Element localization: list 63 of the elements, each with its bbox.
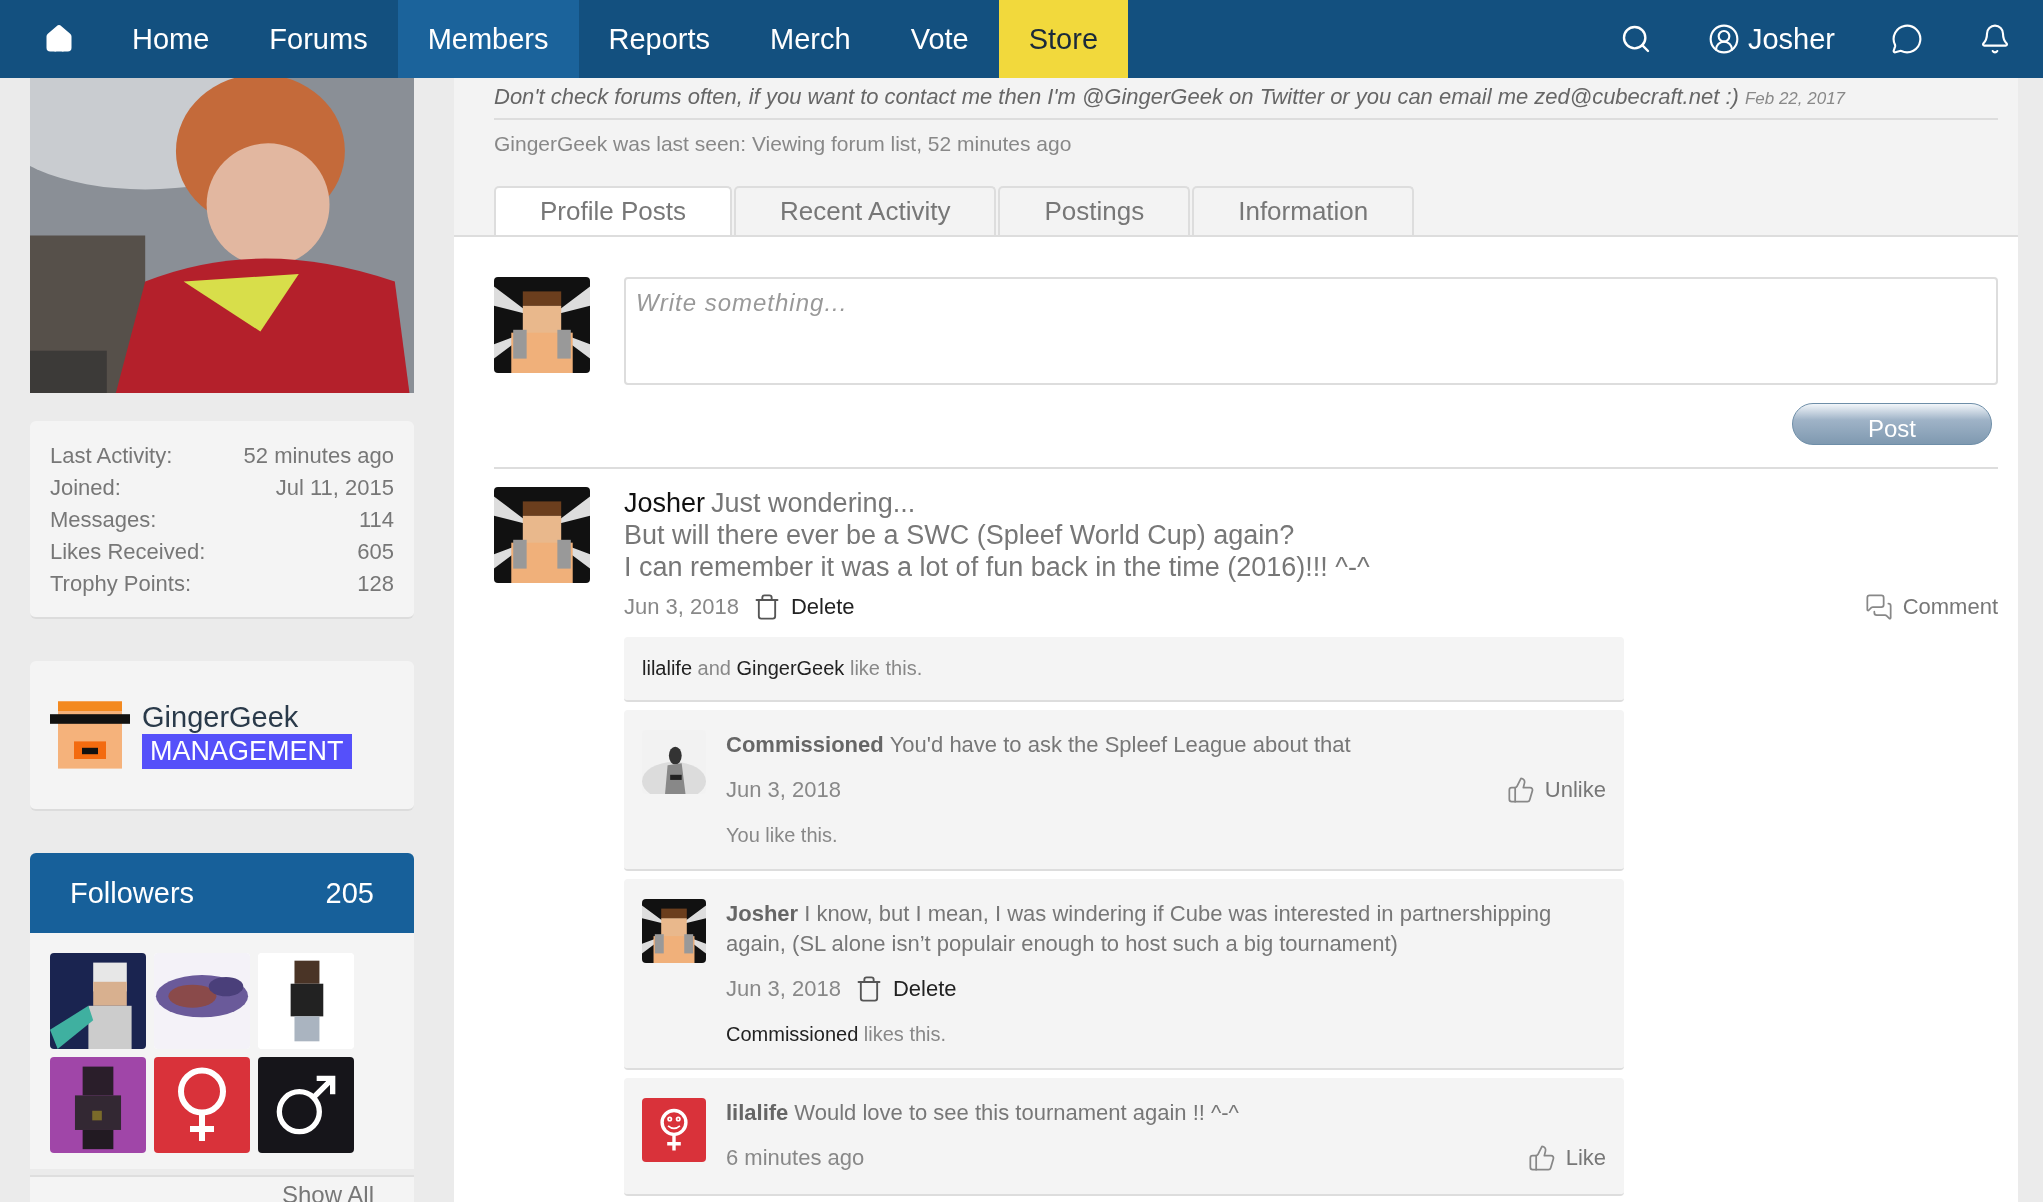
- comment-text: Commissioned You'd have to ask the Spleef League about that: [726, 731, 1352, 759]
- user-link[interactable]: GingerGeek: [736, 657, 845, 679]
- profile-tab[interactable]: Information: [1192, 186, 1415, 235]
- stat-label: Last Activity:: [50, 443, 174, 469]
- user-link[interactable]: Commissioned: [726, 1023, 859, 1045]
- author-link[interactable]: lilalife: [726, 1100, 789, 1125]
- nav-tab[interactable]: Store: [998, 0, 1129, 78]
- female-smiley-icon: [657, 1107, 691, 1153]
- profile-tab[interactable]: Postings: [998, 186, 1191, 235]
- account-link[interactable]: Josher: [1679, 0, 1863, 78]
- user-icon: [1707, 23, 1740, 55]
- bell-icon: [1979, 23, 2011, 55]
- last-seen-text: GingerGeek was last seen: Viewing forum list, 52 minutes ago: [494, 131, 1073, 157]
- stat-value: 114: [357, 507, 394, 533]
- home-icon: [44, 24, 74, 54]
- comment-date: Jun 3, 2018: [726, 976, 841, 1002]
- speech-bubble-icon: [1891, 23, 1923, 55]
- comments-icon: [1864, 593, 1893, 621]
- user-link[interactable]: lilalife: [642, 657, 693, 679]
- comment-text: lilalife Would love to see this tournament again !! ^-^: [726, 1099, 1240, 1127]
- post-date: Jun 3, 2018: [624, 594, 739, 620]
- likes-text: lilalife and GingerGeek like this.: [641, 656, 924, 681]
- delete-link[interactable]: Delete: [855, 975, 957, 1003]
- nav-tab[interactable]: Reports: [578, 0, 741, 78]
- thumbs-up-icon: [1506, 776, 1535, 804]
- member-name[interactable]: GingerGeek: [142, 701, 352, 734]
- stat-label: Messages:: [50, 507, 158, 533]
- nav-tab[interactable]: Forums: [239, 0, 398, 78]
- post-message: Josher Just wondering... But will there ever be a SWC (Spleef World Cup) again? I can remember it was a lot of fun back in the time (2016)!!! ^-^: [624, 487, 1371, 583]
- rank-badge: MANAGEMENT: [142, 734, 352, 769]
- stat-value: 128: [356, 571, 394, 597]
- likes-text: Commissioned likes this.: [726, 1022, 948, 1046]
- stat-value: 52 minutes ago: [242, 443, 394, 469]
- nav-tab[interactable]: Merch: [740, 0, 881, 78]
- post-input-field[interactable]: Write something...: [624, 277, 1998, 385]
- thumbs-up-icon: [1527, 1144, 1556, 1172]
- status-message: Don't check forums often, if you want to contact me then I'm @GingerGeek on Twitter or you can email me zed@cubecraft.net :) Feb 22, 2017: [494, 78, 1998, 120]
- likes-text: You like this.: [726, 823, 839, 847]
- comment-date: 6 minutes ago: [726, 1145, 865, 1171]
- stat-label: Trophy Points:: [50, 571, 193, 597]
- author-link[interactable]: Josher: [624, 488, 706, 518]
- like-link[interactable]: Unlike: [1506, 776, 1606, 804]
- stat-value: Jul 11, 2015: [274, 475, 394, 501]
- profile-tab[interactable]: Profile Posts: [494, 186, 732, 237]
- followers-count: 205: [325, 876, 374, 910]
- comment-date: Jun 3, 2018: [726, 777, 841, 803]
- trash-icon: [753, 593, 781, 621]
- comment-text: Josher I know, but I mean, I was windering if Cube was interested in partnershipping again, (SL alone isn’t populair enough to host such a big tournament): [726, 900, 1553, 958]
- nav-tab[interactable]: Members: [397, 0, 579, 78]
- like-link[interactable]: Like: [1527, 1144, 1606, 1172]
- nav-tab[interactable]: Home: [102, 0, 240, 78]
- author-link[interactable]: Josher: [726, 901, 799, 926]
- profile-tab[interactable]: Recent Activity: [733, 186, 997, 235]
- stat-label: Joined:: [50, 475, 122, 501]
- stat-value: 605: [356, 539, 394, 565]
- male-symbol-icon: [274, 1073, 338, 1137]
- trash-icon: [855, 975, 883, 1003]
- delete-link[interactable]: Delete: [753, 593, 855, 621]
- followers-title: Followers: [70, 876, 195, 910]
- stat-label: Likes Received:: [50, 539, 206, 565]
- comment-link[interactable]: Comment: [1864, 593, 1998, 621]
- author-link[interactable]: Commissioned: [726, 732, 884, 757]
- nav-tab[interactable]: Vote: [880, 0, 999, 78]
